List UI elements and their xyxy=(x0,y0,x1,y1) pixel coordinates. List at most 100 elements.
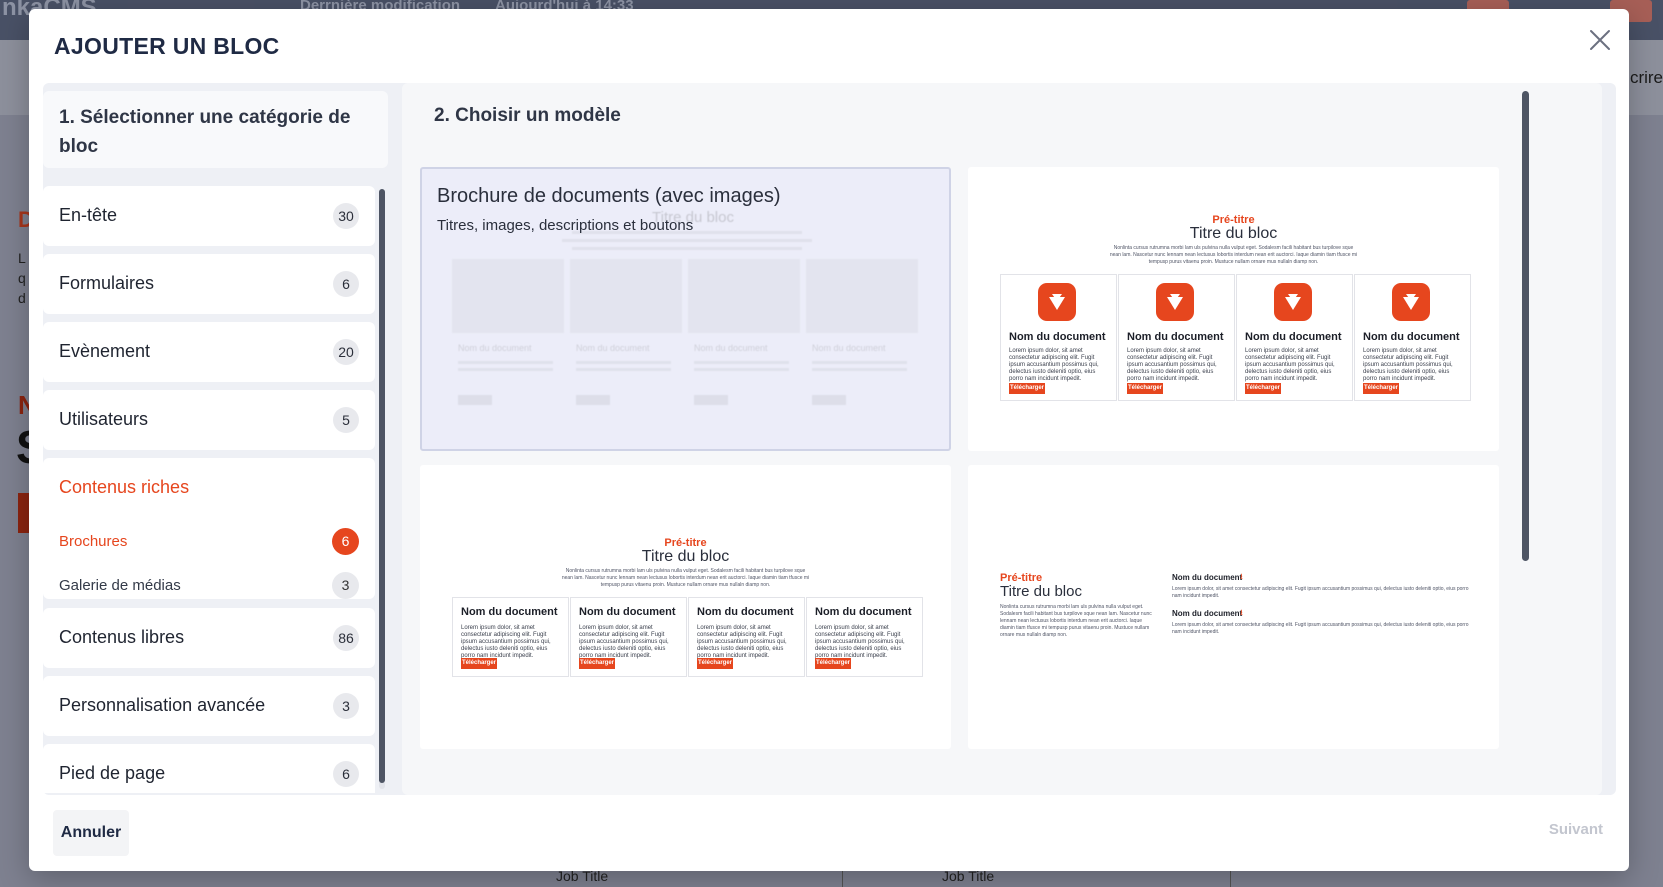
ghost-button xyxy=(576,395,610,405)
preview-doc-text: Lorem ipsum dolor, sit amet consectetur … xyxy=(697,625,787,659)
subcategory-count-badge: 6 xyxy=(332,528,359,555)
add-block-modal: AJOUTER UN BLOC 1. Sélectionner une caté… xyxy=(29,9,1629,871)
template-panel: 2. Choisir un modèle Brochure de documen… xyxy=(402,83,1602,795)
preview-doc-name: Nom du document xyxy=(461,606,558,618)
category-scrollbar-thumb[interactable] xyxy=(379,189,385,783)
preview-intro: Nonlinta cursus rutrumna morbi lam uls p… xyxy=(1109,245,1358,265)
ghost-line xyxy=(576,368,671,371)
template-card-brochure-simple[interactable]: Pré-titre Titre du bloc Nonlinta cursus … xyxy=(420,465,951,749)
preview-document-card: Nom du document Lorem ipsum dolor, sit a… xyxy=(1000,274,1117,401)
category-item-evenement[interactable]: Evènement 20 xyxy=(43,322,375,382)
category-label: Formulaires xyxy=(59,273,155,293)
background-line: L xyxy=(18,250,26,266)
ghost-doc-name: Nom du document xyxy=(576,343,650,353)
template-card-subtitle: Titres, images, descriptions et boutons xyxy=(437,217,694,234)
category-item-formulaires[interactable]: Formulaires 6 xyxy=(43,254,375,314)
preview-download-button: Télécharger xyxy=(461,658,497,669)
document-icon xyxy=(1274,283,1312,321)
preview-document-card: Nom du document Lorem ipsum dolor, sit a… xyxy=(452,597,569,677)
template-card-brochure-list[interactable]: Pré-titre Titre du bloc Nonlinta cursus … xyxy=(968,465,1499,749)
preview-doc-name: Nom du document xyxy=(697,606,794,618)
ghost-line xyxy=(812,361,907,364)
preview-doc-name: Nom du document xyxy=(1245,331,1342,343)
preview-intro: Nonlinta cursus rutrumna morbi lam uls p… xyxy=(1000,604,1152,638)
ghost-button xyxy=(458,395,492,405)
document-icon xyxy=(1156,283,1194,321)
category-item-contenus-libres[interactable]: Contenus libres 86 xyxy=(43,608,375,668)
category-label: Contenus libres xyxy=(59,627,185,647)
preview-document-card: Nom du document Lorem ipsum dolor, sit a… xyxy=(806,597,923,677)
ghost-button xyxy=(812,395,846,405)
category-count-badge: 6 xyxy=(333,271,359,297)
category-label: Evènement xyxy=(59,341,151,361)
close-button[interactable] xyxy=(1585,25,1615,55)
ghost-line xyxy=(458,361,553,364)
preview-document-card: Nom du document Lorem ipsum dolor, sit a… xyxy=(570,597,687,677)
preview-download-button: Télécharger xyxy=(697,658,733,669)
preview-doc-name: Nom du document xyxy=(815,606,912,618)
step2-label: 2. Choisir un modèle xyxy=(434,105,621,126)
ghost-button xyxy=(694,395,728,405)
subcategory-count-badge: 3 xyxy=(332,572,359,599)
category-item-pied-de-page[interactable]: Pied de page 6 xyxy=(43,744,375,793)
download-icon: ⭳ xyxy=(1240,572,1243,581)
background-right-text: crire xyxy=(1629,68,1663,87)
preview-doc-text: Lorem ipsum dolor, sit amet consectetur … xyxy=(1363,348,1453,382)
preview-download-button: Télécharger xyxy=(1127,383,1163,394)
category-item-utilisateurs[interactable]: Utilisateurs 5 xyxy=(43,390,375,450)
category-count-badge: 3 xyxy=(333,693,359,719)
category-label: Utilisateurs xyxy=(59,409,149,429)
preview-doc-text: Lorem ipsum dolor, sit amet consectetur … xyxy=(579,625,669,659)
preview-document-card: Nom du document Lorem ipsum dolor, sit a… xyxy=(1354,274,1471,401)
preview-doc-text: Lorem ipsum dolor, sit amet consectetur … xyxy=(815,625,905,659)
category-count-badge: 6 xyxy=(333,761,359,787)
category-count-badge: 20 xyxy=(333,339,359,365)
preview-intro: Nonlinta cursus rutrumna morbi lam uls p… xyxy=(561,568,810,588)
category-count-badge: 30 xyxy=(333,203,359,229)
subcategory-brochures[interactable]: Brochures 6 xyxy=(59,527,359,555)
template-card-title: Brochure de documents (avec images) xyxy=(437,185,781,207)
preview-doc-text: Lorem ipsum dolor, sit amet consectetur … xyxy=(1172,586,1469,599)
preview-document-card: Nom du document Lorem ipsum dolor, sit a… xyxy=(1118,274,1235,401)
category-item-en-tete[interactable]: En-tête 30 xyxy=(43,186,375,246)
subcategory-galerie-medias[interactable]: Galerie de médias 3 xyxy=(59,571,359,599)
preview-doc-name: Nom du document xyxy=(1172,573,1243,582)
category-count-badge: 86 xyxy=(333,625,359,651)
template-scrollbar-thumb[interactable] xyxy=(1522,91,1529,561)
modal-title: AJOUTER UN BLOC xyxy=(54,33,280,59)
preview-block-title: Titre du bloc xyxy=(641,548,730,565)
next-button[interactable]: Suivant xyxy=(1549,821,1603,838)
preview-download-button: Télécharger xyxy=(579,658,615,669)
category-label-open: Contenus riches xyxy=(59,477,190,497)
preview-doc-text: Lorem ipsum dolor, sit amet consectetur … xyxy=(1009,348,1099,382)
ghost-line xyxy=(458,368,553,371)
background-lines: L q d xyxy=(18,248,26,308)
preview-doc-text: Lorem ipsum dolor, sit amet consectetur … xyxy=(1245,348,1335,382)
subcategory-label: Galerie de médias xyxy=(59,577,181,594)
template-card-brochure-images[interactable]: Brochure de documents (avec images) Titr… xyxy=(420,167,951,451)
preview-block-title: Titre du bloc xyxy=(1189,225,1278,242)
template-ghost-preview: Titre du bloc Nom du document Nom du doc… xyxy=(422,169,949,449)
ghost-image xyxy=(806,259,918,333)
ghost-line xyxy=(694,361,789,364)
preview-block-title: Titre du bloc xyxy=(1000,583,1082,600)
category-scrollbar[interactable] xyxy=(379,189,385,789)
ghost-image xyxy=(452,259,564,333)
preview-doc-text: Lorem ipsum dolor, sit amet consectetur … xyxy=(1127,348,1217,382)
category-item-contenus-riches[interactable]: Contenus riches Brochures 6 Galerie de m… xyxy=(43,458,375,599)
preview-download-button: Télécharger xyxy=(1009,383,1045,394)
cancel-button[interactable]: Annuler xyxy=(53,810,129,856)
template-card-brochure-icons[interactable]: Pré-titre Titre du bloc Nonlinta cursus … xyxy=(968,167,1499,451)
subcategory-label: Brochures xyxy=(59,533,128,550)
preview-doc-name: Nom du document xyxy=(579,606,676,618)
ghost-line xyxy=(576,361,671,364)
preview-doc-text: Lorem ipsum dolor, sit amet consectetur … xyxy=(1172,622,1469,635)
step1-label: 1. Sélectionner une catégorie de bloc xyxy=(43,91,388,168)
ghost-line xyxy=(572,247,802,250)
preview-doc-name: Nom du document xyxy=(1172,609,1243,618)
ghost-line xyxy=(694,368,789,371)
category-label: Personnalisation avancée xyxy=(59,695,266,715)
preview-document-card: Nom du document Lorem ipsum dolor, sit a… xyxy=(688,597,805,677)
category-item-personnalisation[interactable]: Personnalisation avancée 3 xyxy=(43,676,375,736)
category-list: En-tête 30 Formulaires 6 Evènement 20 Ut… xyxy=(43,186,388,793)
